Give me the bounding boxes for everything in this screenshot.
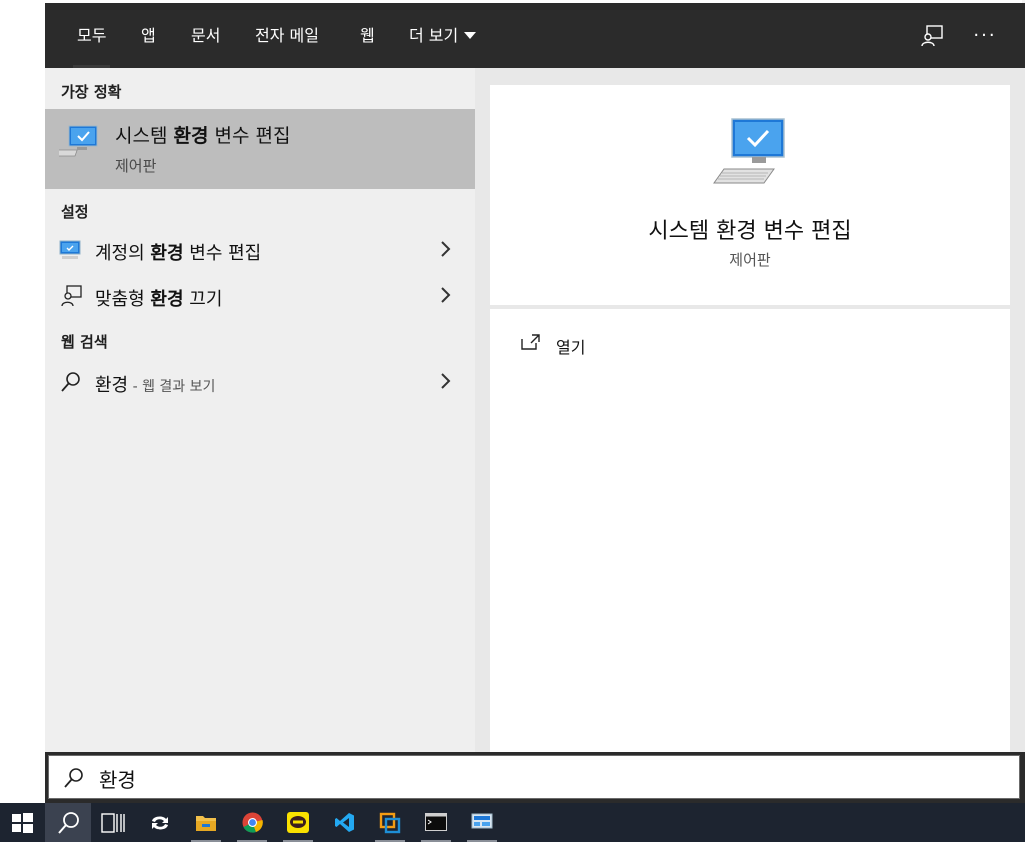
taskbar-app-control-panel[interactable] <box>459 803 505 842</box>
terminal-icon <box>425 813 447 831</box>
kakaotalk-icon <box>287 812 309 833</box>
tab-web[interactable]: 웹 <box>360 3 375 68</box>
label-post: 변수 편집 <box>183 243 262 264</box>
label-post: 끄기 <box>183 289 223 310</box>
section-web-search: 웹 검색 <box>61 333 108 351</box>
file-explorer-icon <box>196 816 216 831</box>
section-settings: 설정 <box>61 203 89 221</box>
label-pre: 맞춤형 <box>95 289 151 310</box>
label-highlight: 환경 <box>150 243 184 264</box>
preview-subtitle: 제어판 <box>729 251 771 269</box>
best-match-result[interactable]: 시스템 환경 변수 편집 제어판 <box>45 109 475 189</box>
open-external-icon <box>521 334 540 350</box>
more-options-button[interactable]: ··· <box>968 19 1002 53</box>
start-button[interactable] <box>0 803 46 842</box>
web-search-label: 환경 - 웹 결과 보기 <box>95 371 215 397</box>
sync-icon <box>152 816 168 830</box>
tab-apps[interactable]: 앱 <box>141 3 156 68</box>
chrome-icon <box>242 812 263 833</box>
task-view-button[interactable] <box>90 803 136 842</box>
best-match-title: 시스템 환경 변수 편집 <box>115 121 290 148</box>
ellipsis-icon: ··· <box>973 25 997 46</box>
search-input[interactable] <box>97 762 981 794</box>
feedback-button[interactable] <box>915 19 949 53</box>
taskbar-app-explorer[interactable] <box>183 803 229 842</box>
vscode-icon <box>335 813 354 832</box>
tab-documents[interactable]: 문서 <box>191 3 220 68</box>
search-box <box>48 755 1020 799</box>
best-match-title-post: 변수 편집 <box>208 125 291 147</box>
settings-item-personalized-env[interactable]: 맞춤형 환경 끄기 <box>45 275 475 317</box>
virtualbox-icon <box>379 812 401 834</box>
preview-title: 시스템 환경 변수 편집 <box>648 219 852 244</box>
taskbar-app-vscode[interactable] <box>321 803 367 842</box>
taskbar-app-virtualbox[interactable] <box>367 803 413 842</box>
label-highlight: 환경 <box>150 289 184 310</box>
tab-all[interactable]: 모두 <box>72 3 111 68</box>
taskbar-app-kakaotalk[interactable] <box>275 803 321 842</box>
results-list: 가장 정확 시스템 환경 변수 편집 제어판 설정 계정의 환경 변수 편집 맞… <box>45 68 475 758</box>
windows-logo-icon <box>12 813 33 833</box>
search-icon <box>58 812 79 834</box>
open-action-label: 열기 <box>556 338 586 357</box>
filter-bar: 모두 앱 문서 전자 메일 웹 더 보기 ··· <box>45 3 1025 68</box>
tab-more-label: 더 보기 <box>409 26 459 45</box>
control-panel-icon <box>471 813 493 829</box>
web-search-item[interactable]: 환경 - 웹 결과 보기 <box>45 361 475 403</box>
search-icon <box>64 768 83 788</box>
taskbar-app-sync[interactable] <box>137 803 183 842</box>
taskbar-app-terminal[interactable] <box>413 803 459 842</box>
chevron-right-icon <box>441 373 451 389</box>
settings-item-label: 계정의 환경 변수 편집 <box>95 239 261 265</box>
web-search-query: 환경 <box>95 375 129 396</box>
tab-more[interactable]: 더 보기 <box>409 3 477 68</box>
best-match-subtitle: 제어판 <box>115 157 157 175</box>
label-pre: 계정의 <box>95 243 151 264</box>
best-match-title-highlight: 환경 <box>173 125 209 147</box>
tab-email[interactable]: 전자 메일 <box>255 3 319 68</box>
start-search-panel: 모두 앱 문서 전자 메일 웹 더 보기 ··· 가장 정확 시스템 환경 변수… <box>45 3 1025 803</box>
task-view-icon <box>101 813 125 833</box>
taskbar <box>0 803 1025 842</box>
chevron-right-icon <box>441 241 451 257</box>
system-computer-icon <box>59 125 98 157</box>
web-search-hint: - 웹 결과 보기 <box>128 379 216 395</box>
preview-card: 시스템 환경 변수 편집 제어판 <box>490 85 1010 305</box>
taskbar-app-chrome[interactable] <box>229 803 275 842</box>
chevron-right-icon <box>441 287 451 303</box>
background-window <box>0 0 45 800</box>
best-match-title-pre: 시스템 <box>115 125 174 147</box>
taskbar-search-button[interactable] <box>45 803 91 842</box>
person-feedback-icon <box>61 285 82 307</box>
feedback-icon <box>921 25 943 47</box>
actions-list: 열기 <box>490 309 1010 759</box>
settings-item-account-env[interactable]: 계정의 환경 변수 편집 <box>45 229 475 271</box>
monitor-icon <box>59 240 81 259</box>
search-bar <box>45 752 1025 804</box>
settings-item-label: 맞춤형 환경 끄기 <box>95 285 222 311</box>
section-best-match: 가장 정확 <box>61 83 122 101</box>
chevron-down-icon <box>464 32 477 39</box>
system-computer-icon <box>713 118 785 184</box>
search-icon <box>61 372 80 392</box>
